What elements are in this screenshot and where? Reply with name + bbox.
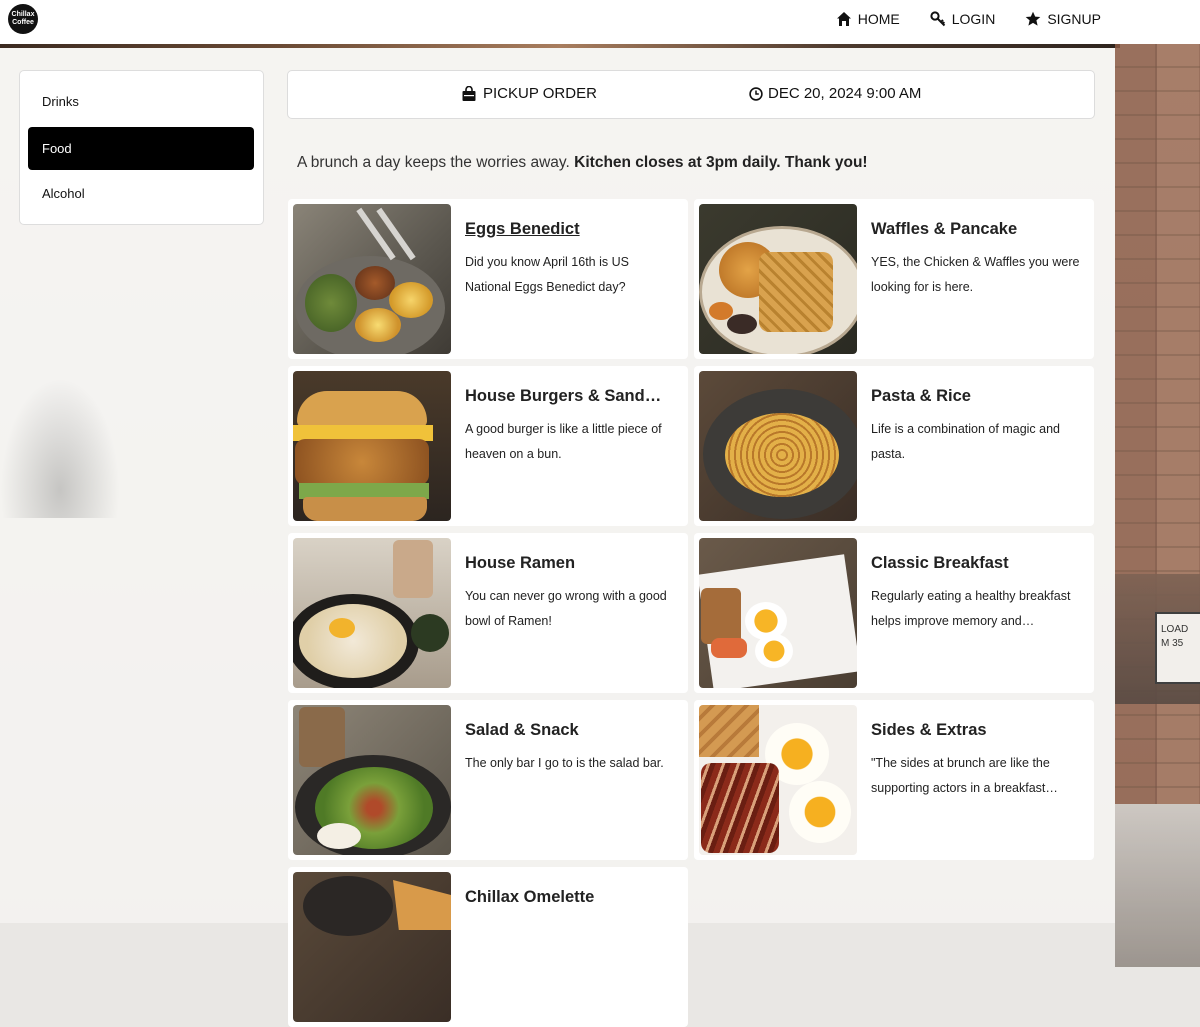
menu-card-title: Classic Breakfast [871,554,1009,572]
menu-card-salad-snack[interactable]: Salad & Snack The only bar I go to is th… [288,700,688,860]
nav-signup-link[interactable]: SIGNUP [1025,11,1101,27]
top-navbar: Chillax Coffee HOME LOGIN SIGNUP [0,0,1200,44]
menu-card-description: The only bar I go to is the salad bar. [465,756,664,770]
menu-card-chillax-omelette[interactable]: Chillax Omelette [288,867,688,1027]
clock-icon [749,86,763,101]
menu-card-title: Chillax Omelette [465,888,595,906]
bacon-eggs-photo [699,705,857,855]
brand-logo[interactable]: Chillax Coffee [8,4,38,34]
order-datetime-picker[interactable]: DEC 20, 2024 9:00 AM [749,85,921,102]
order-info-bar: PICKUP ORDER DEC 20, 2024 9:00 AM [287,70,1095,119]
menu-card-eggs-benedict[interactable]: Eggs Benedict Did you know April 16th is… [288,199,688,359]
star-icon [1026,11,1041,26]
pasta-photo [699,371,857,521]
sidebar-item-food[interactable]: Food [28,127,254,170]
nav-login-link[interactable]: LOGIN [930,11,995,27]
salad-photo [293,705,451,855]
home-icon [836,12,851,26]
sidebar-item-alcohol[interactable]: Alcohol [28,172,254,215]
menu-card-description: "The sides at brunch are like the suppor… [871,756,1050,795]
category-sidebar: Drinks Food Alcohol [19,70,264,225]
menu-card-title: House Burgers & Sandwiches [465,387,670,405]
chicken-waffles-photo [699,204,857,354]
menu-card-description: Life is a combination of magic and pasta… [871,422,1060,461]
menu-card-pasta-rice[interactable]: Pasta & Rice Life is a combination of ma… [694,366,1094,526]
menu-card-description: You can never go wrong with a good bowl … [465,589,667,628]
omelette-photo [293,872,451,1022]
menu-card-waffles-pancake[interactable]: Waffles & Pancake YES, the Chicken & Waf… [694,199,1094,359]
background-sign: LOAD M 35 [1155,612,1200,684]
nav-links: HOME LOGIN SIGNUP [836,0,1101,38]
menu-card-classic-breakfast[interactable]: Classic Breakfast Regularly eating a hea… [694,533,1094,693]
menu-card-title: Eggs Benedict [465,220,580,238]
menu-card-title: Pasta & Rice [871,387,971,405]
menu-card-title: Waffles & Pancake [871,220,1018,238]
menu-card-description: Did you know April 16th is US National E… [465,255,629,294]
background-brick-wall: LOAD M 35 [1115,44,1200,967]
sidebar-item-drinks[interactable]: Drinks [28,80,254,123]
eggs-benedict-photo [293,204,451,354]
menu-card-burgers-sandwiches[interactable]: House Burgers & Sandwiches A good burger… [288,366,688,526]
menu-card-description: YES, the Chicken & Waffles you were look… [871,255,1080,294]
breakfast-photo [699,538,857,688]
menu-card-title: Sides & Extras [871,721,987,739]
nav-home-link[interactable]: HOME [836,11,900,27]
menu-card-title: House Ramen [465,554,576,572]
menu-card-title: Salad & Snack [465,721,579,739]
ramen-photo [293,538,451,688]
menu-card-sides-extras[interactable]: Sides & Extras "The sides at brunch are … [694,700,1094,860]
menu-card-house-ramen[interactable]: House Ramen You can never go wrong with … [288,533,688,693]
burger-photo [293,371,451,521]
menu-card-description: A good burger is like a little piece of … [465,422,662,461]
intro-message: A brunch a day keeps the worries away. K… [297,154,868,171]
key-icon [930,11,945,27]
pickup-order-toggle[interactable]: PICKUP ORDER [461,85,597,102]
shopping-bag-icon [462,85,476,101]
menu-card-description: Regularly eating a healthy breakfast hel… [871,589,1071,628]
